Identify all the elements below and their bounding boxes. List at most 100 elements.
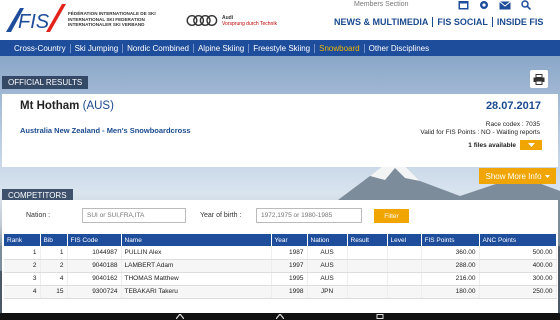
cell-nation: JPN: [307, 285, 348, 299]
discipline-nav: Cross-Country Ski Jumping Nordic Combine…: [0, 40, 560, 56]
cell-rank: 2: [4, 259, 41, 273]
gear-icon[interactable]: [477, 0, 491, 10]
chevron-down-icon: [527, 143, 535, 147]
members-section-link[interactable]: Members Section: [354, 1, 408, 8]
files-dropdown-button[interactable]: [520, 140, 542, 150]
col-rank[interactable]: Rank: [4, 234, 41, 246]
cell-level: [387, 246, 422, 260]
site-header: FIS FÉDÉRATION INTERNATIONALE DE SKI INT…: [0, 0, 560, 40]
show-more-info-button[interactable]: Show More Info: [479, 168, 556, 184]
top-navigation: NEWS & MULTIMEDIA FIS SOCIAL INSIDE FIS: [330, 17, 547, 27]
federation-name: FÉDÉRATION INTERNATIONALE DE SKI INTERNA…: [68, 11, 156, 28]
cell-year: 1997: [271, 259, 308, 273]
cell-nation: AUS: [307, 272, 348, 286]
cell-bib: 1: [40, 246, 68, 260]
cell-fis-code[interactable]: 9040162: [67, 272, 122, 286]
search-icon[interactable]: [519, 0, 533, 10]
cell-level: [387, 259, 422, 273]
table-row[interactable]: 3 4 9040162 THOMAS Matthew 1995 AUS 216.…: [4, 272, 557, 286]
year-filter-label: Year of birth :: [200, 212, 242, 219]
cell-fis-code[interactable]: 9040188: [67, 259, 122, 273]
col-year[interactable]: Year: [271, 234, 308, 246]
col-nation[interactable]: Nation: [307, 234, 348, 246]
audi-rings-logo[interactable]: [186, 14, 218, 27]
cell-level: [387, 285, 422, 299]
cell-result: [347, 246, 388, 260]
col-anc-points[interactable]: ANC Points: [479, 234, 557, 246]
competitors-table: Rank Bib FIS Code Name Year Nation Resul…: [4, 234, 557, 299]
table-row[interactable]: 4 15 9300724 TEBAKARI Takeru 1998 JPN 18…: [4, 285, 557, 299]
filter-button[interactable]: Filter: [374, 209, 409, 223]
back-icon[interactable]: [176, 314, 184, 319]
cell-bib: 4: [40, 272, 68, 286]
event-name: Australia New Zealand - Men's Snowboardc…: [20, 126, 191, 135]
nav-snowboard[interactable]: Snowboard: [314, 43, 363, 53]
event-title: Mt Hotham (AUS): [20, 100, 114, 112]
cell-result: [347, 285, 388, 299]
cell-rank: 1: [4, 246, 41, 260]
cell-fis-code[interactable]: 1044987: [67, 246, 122, 260]
cell-year: 1998: [271, 285, 308, 299]
cell-result: [347, 259, 388, 273]
event-nation: (AUS): [82, 100, 114, 112]
federation-line: INTERNATIONALER SKI VERBAND: [68, 22, 145, 28]
cell-fis-points: 288.00: [421, 259, 480, 273]
race-codex: Race codex : 7035: [485, 121, 540, 128]
top-nav-inside-fis[interactable]: INSIDE FIS: [491, 17, 548, 27]
cell-year: 1987: [271, 246, 308, 260]
fis-logo[interactable]: FIS: [2, 2, 68, 36]
cell-bib: 2: [40, 259, 68, 273]
cell-rank: 4: [4, 285, 41, 299]
nav-other-disciplines[interactable]: Other Disciplines: [363, 43, 433, 53]
table-row[interactable]: 2 2 9040188 LAMBERT Adam 1997 AUS 288.00…: [4, 259, 557, 273]
col-result[interactable]: Result: [347, 234, 388, 246]
top-nav-news-multimedia[interactable]: NEWS & MULTIMEDIA: [330, 17, 432, 27]
col-fis-code[interactable]: FIS Code: [67, 234, 122, 246]
system-navigation-bar: [0, 313, 560, 320]
nav-ski-jumping[interactable]: Ski Jumping: [69, 43, 123, 53]
col-bib[interactable]: Bib: [40, 234, 68, 246]
cell-name[interactable]: THOMAS Matthew: [121, 272, 272, 286]
mail-icon[interactable]: [498, 0, 512, 10]
calendar-icon[interactable]: [456, 0, 470, 10]
federation-line: FÉDÉRATION INTERNATIONALE DE SKI: [68, 11, 156, 16]
cell-name[interactable]: PULLIN Alex: [121, 246, 272, 260]
cell-anc-points: 500.00: [479, 246, 557, 260]
cell-year: 1995: [271, 272, 308, 286]
cell-nation: AUS: [307, 246, 348, 260]
cell-result: [347, 272, 388, 286]
nav-alpine-skiing[interactable]: Alpine Skiing: [192, 43, 248, 53]
chevron-down-icon: [544, 174, 550, 178]
col-level[interactable]: Level: [387, 234, 422, 246]
cell-fis-code[interactable]: 9300724: [67, 285, 122, 299]
show-more-label: Show More Info: [485, 171, 542, 181]
race-info: Race codex : 7035 Valid for FIS Points :…: [420, 121, 540, 136]
cell-nation: AUS: [307, 259, 348, 273]
recents-icon[interactable]: [376, 314, 384, 319]
nav-nordic-combined[interactable]: Nordic Combined: [122, 43, 193, 53]
home-icon[interactable]: [276, 314, 284, 319]
cell-anc-points: 250.00: [479, 285, 557, 299]
print-icon[interactable]: [530, 70, 548, 88]
fis-points-validity: Valid for FIS Points : NO - Waiting repo…: [420, 128, 540, 136]
table-row[interactable]: 1 1 1044987 PULLIN Alex 1987 AUS 360.00 …: [4, 246, 557, 260]
cell-bib: 15: [40, 285, 68, 299]
year-filter-input[interactable]: [256, 208, 362, 223]
col-name[interactable]: Name: [121, 234, 272, 246]
nav-cross-country[interactable]: Cross-Country: [10, 44, 70, 53]
event-card: Mt Hotham (AUS) 28.07.2017 Australia New…: [2, 70, 558, 167]
event-date: 28.07.2017: [485, 100, 541, 112]
cell-anc-points: 300.00: [479, 272, 557, 286]
cell-name[interactable]: TEBAKARI Takeru: [121, 285, 272, 299]
top-nav-fis-social[interactable]: FIS SOCIAL: [432, 17, 492, 27]
cell-fis-points: 360.00: [421, 246, 480, 260]
col-fis-points[interactable]: FIS Points: [421, 234, 480, 246]
nation-filter-input[interactable]: [82, 208, 186, 223]
official-results-label: OFFICIAL RESULTS: [2, 76, 89, 89]
cell-name[interactable]: LAMBERT Adam: [121, 259, 272, 273]
cell-fis-points: 180.00: [421, 285, 480, 299]
cell-fis-points: 216.00: [421, 272, 480, 286]
nav-freestyle-skiing[interactable]: Freestyle Skiing: [248, 43, 314, 53]
cell-level: [387, 272, 422, 286]
files-row: 1 files available: [468, 140, 542, 150]
